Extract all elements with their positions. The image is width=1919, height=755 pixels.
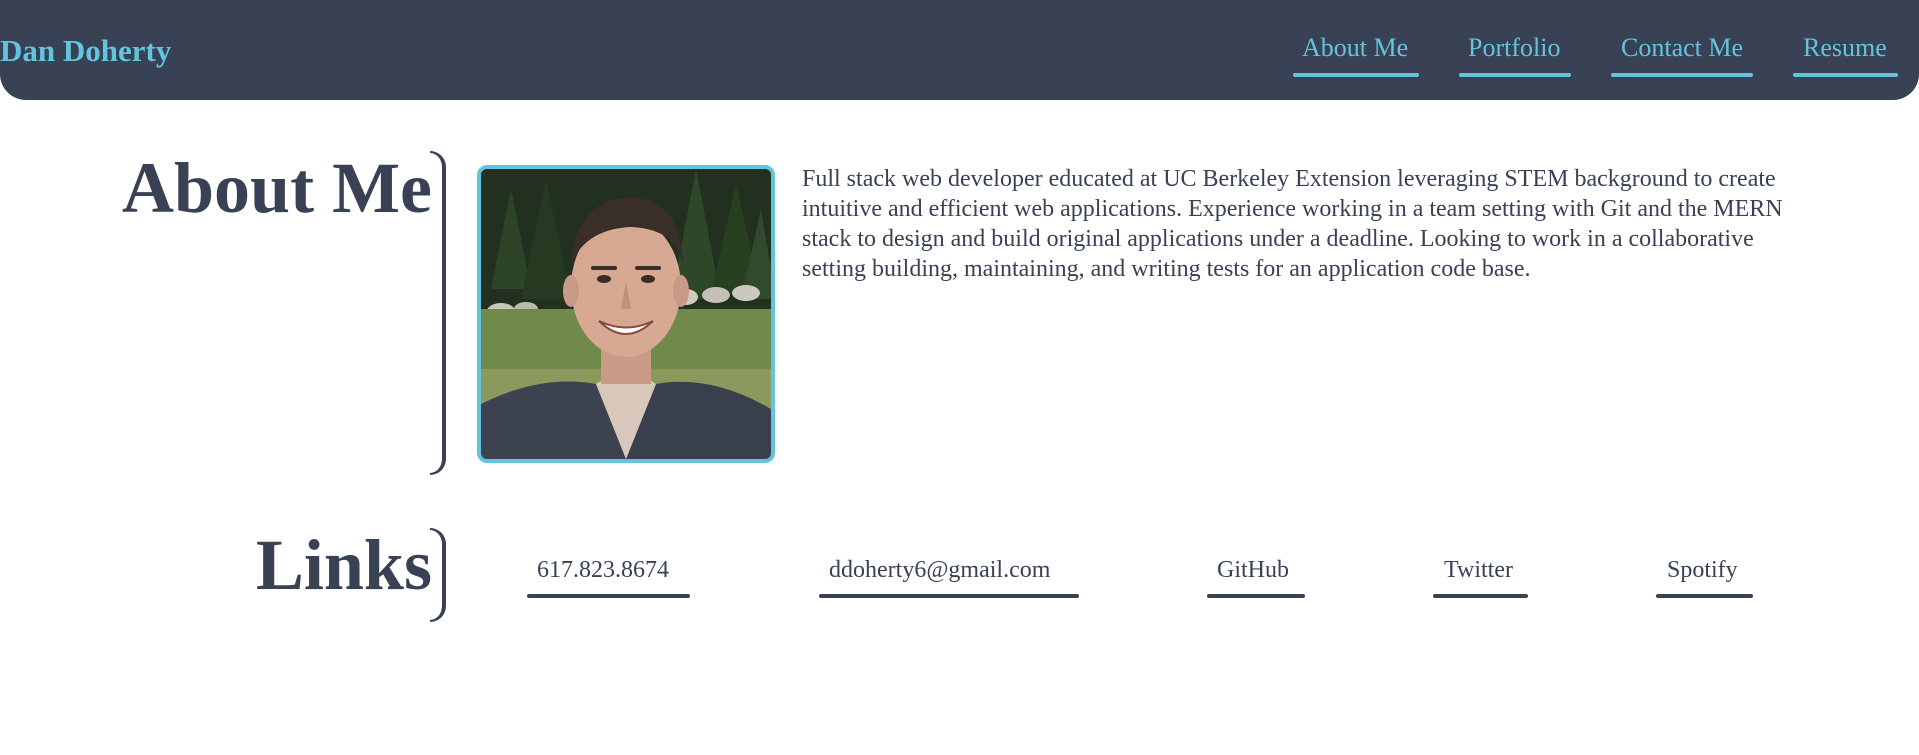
nav-portfolio[interactable]: Portfolio <box>1468 30 1560 66</box>
link-email[interactable]: ddoherty6@gmail.com <box>829 554 1050 586</box>
about-title: About Me <box>122 148 432 228</box>
nav-resume-underline <box>1793 73 1898 77</box>
about-bio: Full stack web developer educated at UC … <box>802 166 1783 282</box>
nav-resume[interactable]: Resume <box>1803 30 1887 66</box>
link-twitter[interactable]: Twitter <box>1444 554 1513 586</box>
links-bracket <box>430 528 446 622</box>
nav-portfolio-underline <box>1459 73 1571 77</box>
brand-name[interactable]: Dan Doherty <box>0 31 171 71</box>
link-spotify-underline <box>1656 594 1753 598</box>
nav-contact-me[interactable]: Contact Me <box>1621 30 1743 66</box>
link-phone[interactable]: 617.823.8674 <box>537 554 669 586</box>
link-spotify[interactable]: Spotify <box>1667 554 1738 586</box>
link-twitter-underline <box>1433 594 1528 598</box>
page: Dan Doherty About Me Portfolio Contact M… <box>0 0 1919 755</box>
link-github-underline <box>1207 594 1305 598</box>
link-phone-underline <box>527 594 690 598</box>
nav-about-me[interactable]: About Me <box>1302 30 1408 66</box>
links-title: Links <box>255 525 432 605</box>
about-bracket <box>430 151 446 475</box>
link-github[interactable]: GitHub <box>1217 554 1289 586</box>
profile-photo <box>477 165 775 463</box>
site-header: Dan Doherty About Me Portfolio Contact M… <box>0 0 1919 100</box>
nav-contact-me-underline <box>1611 73 1753 77</box>
nav-about-me-underline <box>1293 73 1419 77</box>
link-email-underline <box>819 594 1079 598</box>
